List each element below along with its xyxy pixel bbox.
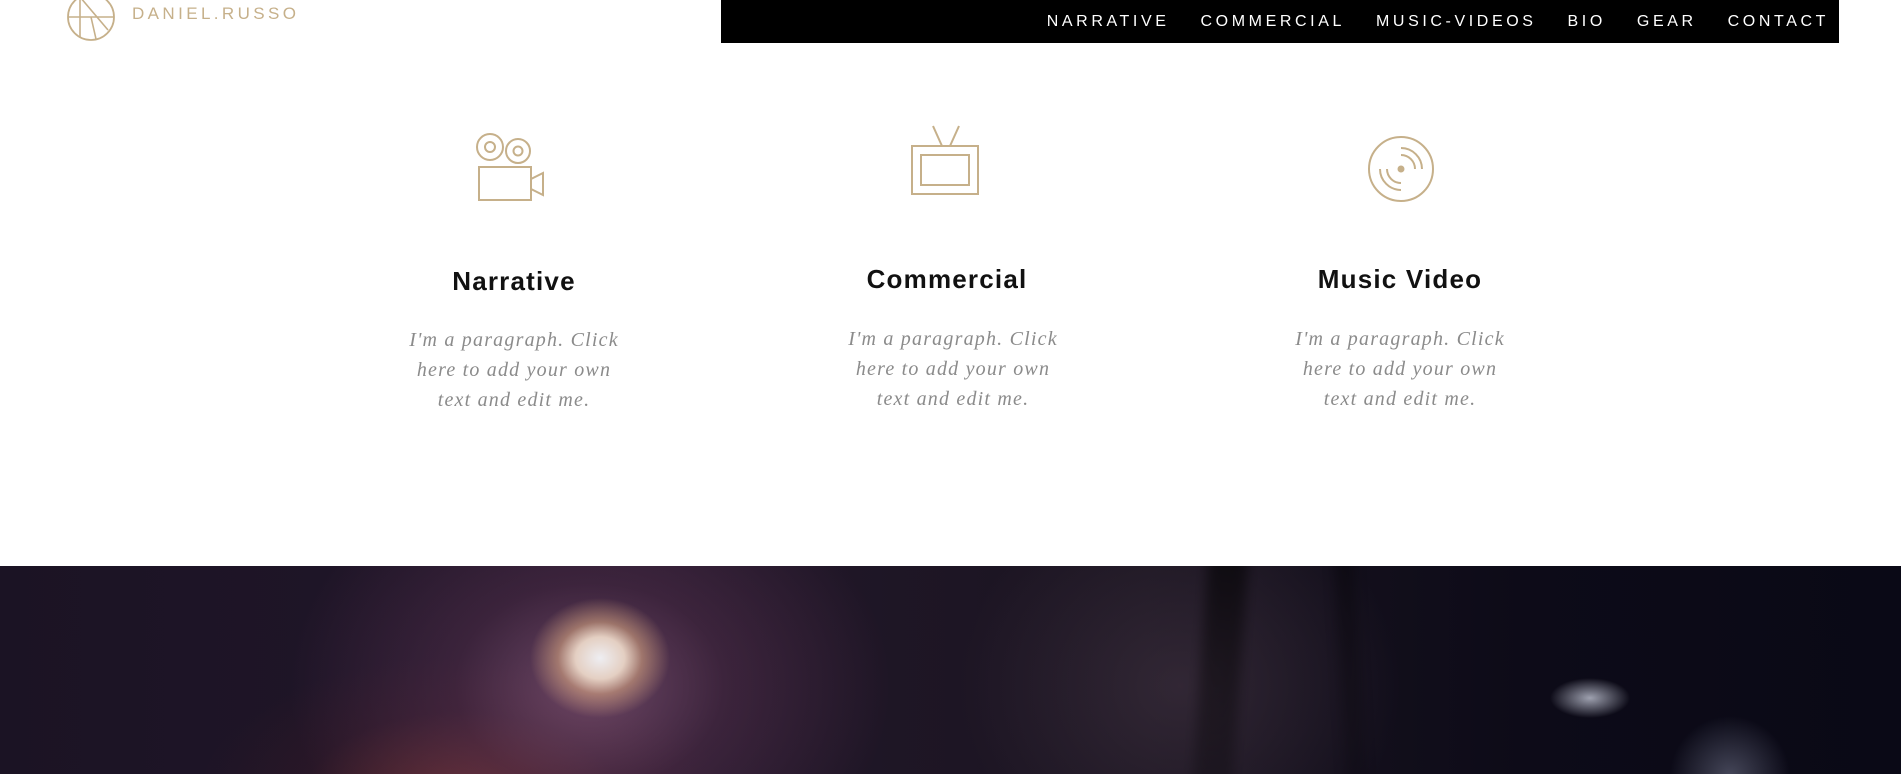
service-commercial: Commercial I'm a paragraph. Click here t… xyxy=(797,0,1097,420)
service-text-narrative: I'm a paragraph. Click here to add your … xyxy=(409,329,619,411)
hero-shadow-streak xyxy=(1190,566,1250,774)
tv-icon xyxy=(911,125,979,195)
brand-name: DANIEL.RUSSO xyxy=(132,4,300,23)
service-text-music-video: I'm a paragraph. Click here to add your … xyxy=(1295,328,1505,410)
hero-background-image xyxy=(0,566,1901,774)
site-logo[interactable]: DANIEL.RUSSO xyxy=(66,0,299,42)
film-camera-icon xyxy=(476,133,544,201)
nav-item-gear[interactable]: GEAR xyxy=(1637,13,1697,31)
nav-item-contact[interactable]: CONTACT xyxy=(1728,13,1829,31)
vinyl-record-icon xyxy=(1368,136,1434,202)
nav-item-bio[interactable]: BIO xyxy=(1568,13,1606,31)
service-text-commercial: I'm a paragraph. Click here to add your … xyxy=(848,328,1058,410)
service-title-narrative: Narrative xyxy=(452,266,576,296)
page: DANIEL.RUSSO NARRATIVE COMMERCIAL MUSIC-… xyxy=(0,0,1901,774)
service-title-commercial: Commercial xyxy=(866,264,1028,294)
service-title-music-video: Music Video xyxy=(1317,264,1483,294)
service-music-video: Music Video I'm a paragraph. Click here … xyxy=(1250,0,1550,420)
hero-shadow-streak xyxy=(1333,566,1367,774)
service-narrative: Narrative I'm a paragraph. Click here to… xyxy=(364,0,664,420)
logo-icon xyxy=(67,0,115,41)
